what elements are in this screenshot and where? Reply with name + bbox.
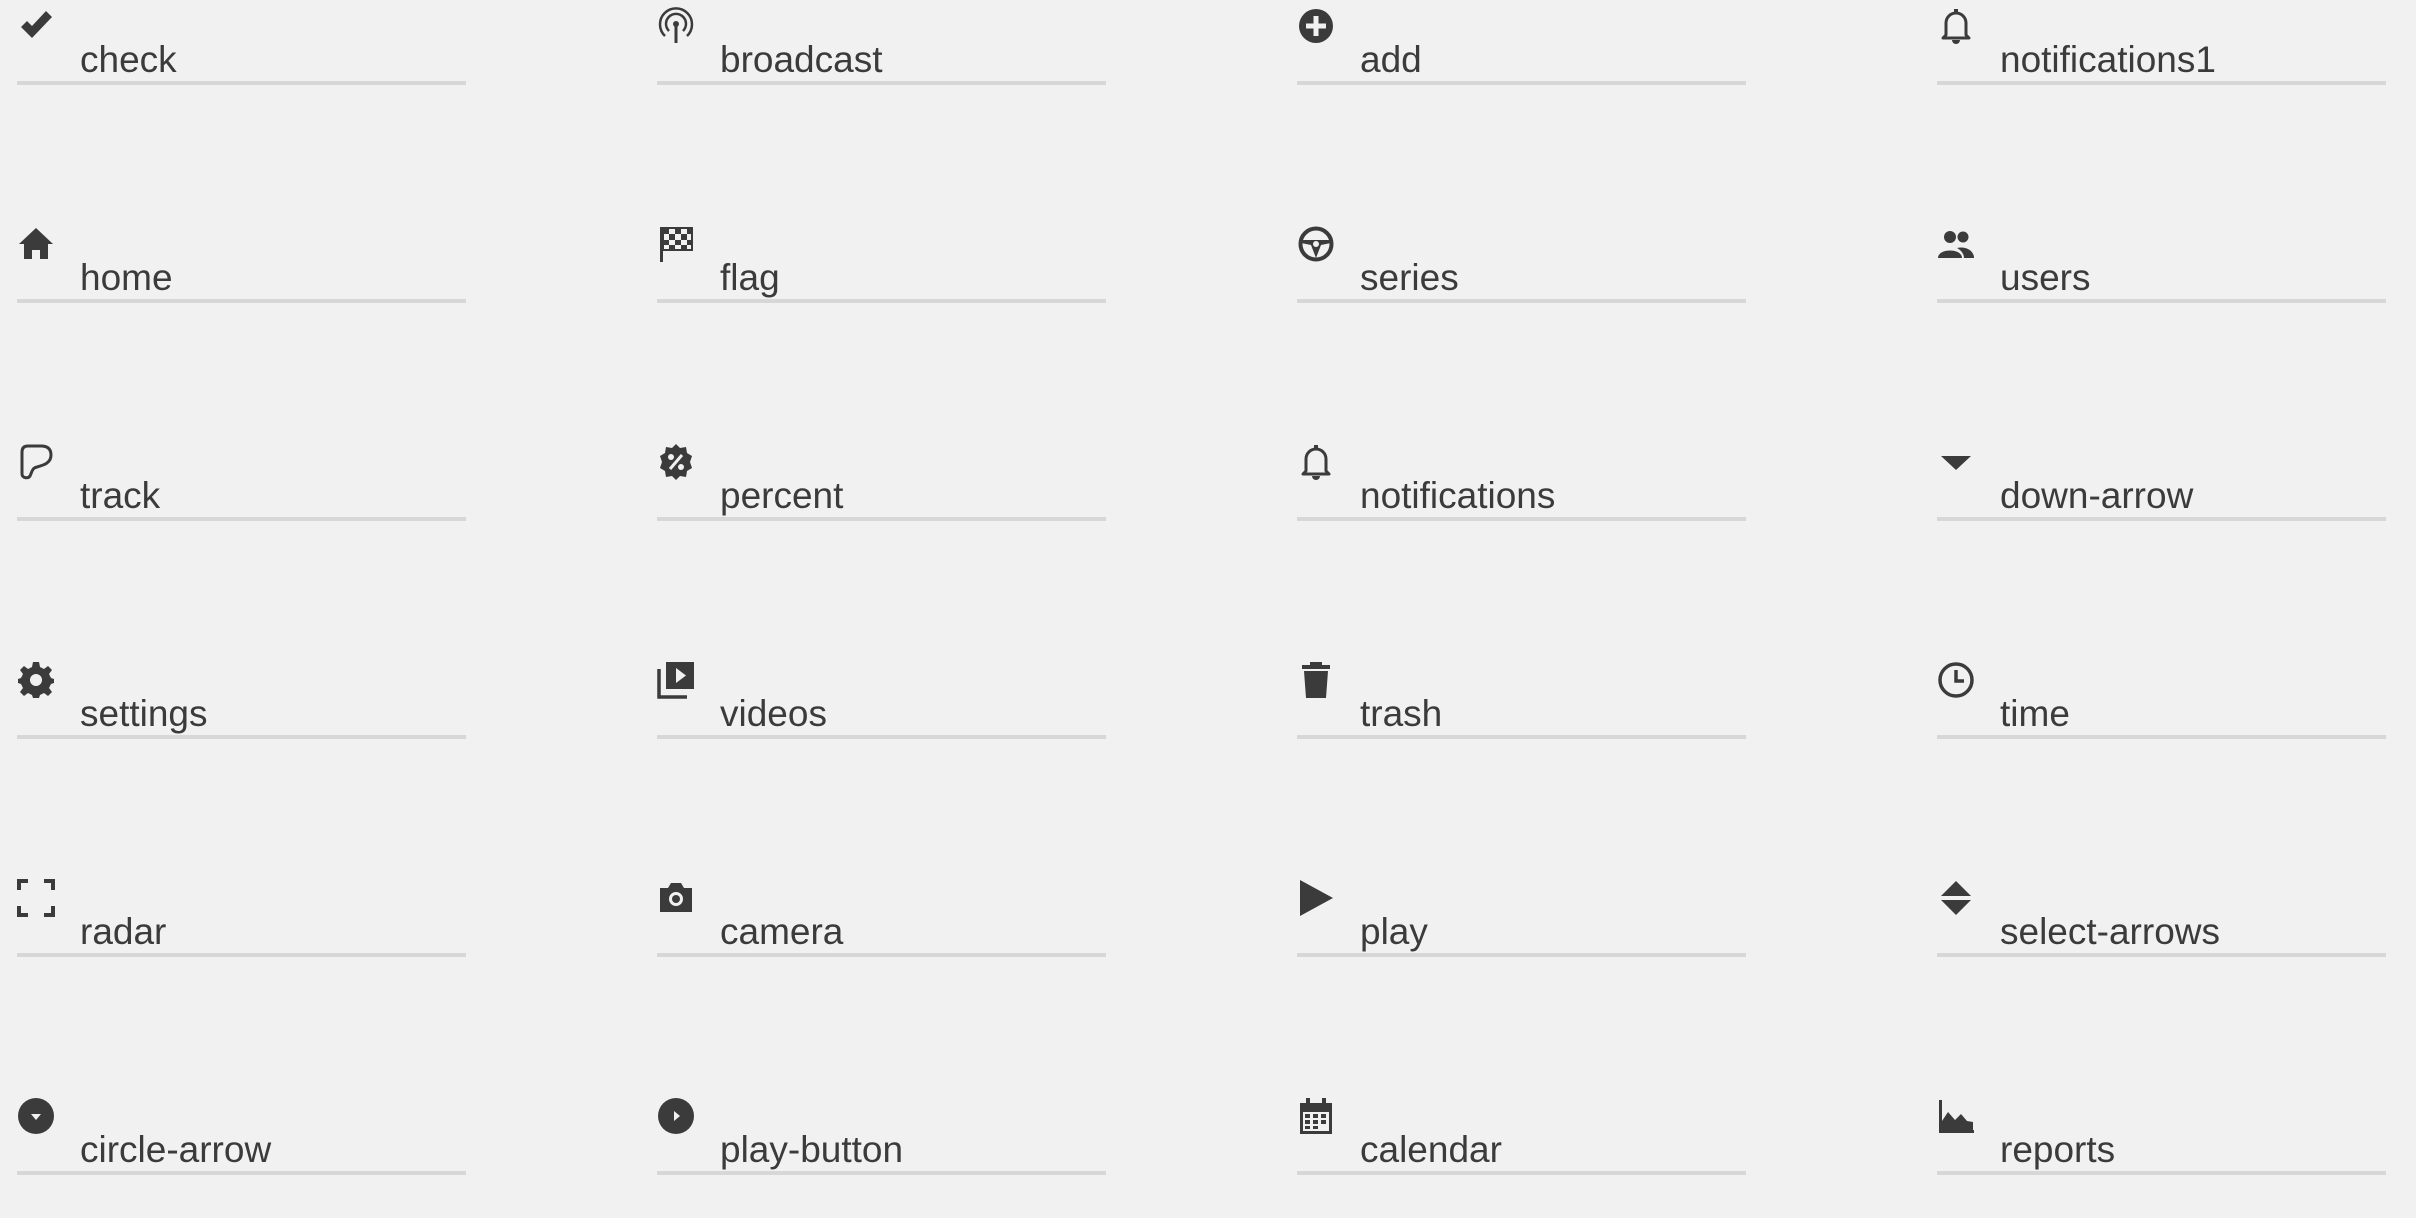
- icon-label: reports: [2000, 1129, 2116, 1170]
- icon-label: play: [1360, 911, 1428, 952]
- time-icon: [1937, 661, 1975, 699]
- icon-label: camera: [720, 911, 844, 952]
- series-icon: [1297, 225, 1335, 263]
- icon-label: notifications: [1360, 475, 1556, 516]
- check-icon: [17, 7, 55, 45]
- settings-icon: [17, 661, 55, 699]
- icon-item-camera: camera: [657, 883, 1106, 957]
- icon-label: check: [80, 39, 177, 80]
- icon-item-reports: reports: [1937, 1100, 2386, 1175]
- play-button-icon: [657, 1097, 695, 1135]
- icon-item-broadcast: broadcast: [657, 7, 1106, 85]
- icon-item-play-button: play-button: [657, 1098, 1106, 1175]
- icon-item-users: users: [1937, 231, 2386, 303]
- icon-label: time: [2000, 693, 2070, 734]
- icon-label: flag: [720, 257, 780, 298]
- icon-label: broadcast: [720, 39, 883, 80]
- icon-item-percent: percent: [657, 444, 1106, 521]
- play-icon: [1297, 879, 1335, 917]
- broadcast-icon: [657, 7, 695, 45]
- icon-label: series: [1360, 257, 1459, 298]
- icon-label: radar: [80, 911, 167, 952]
- icon-item-trash: trash: [1297, 662, 1746, 739]
- flag-icon: [657, 225, 695, 263]
- icon-item-circle-arrow: circle-arrow: [17, 1098, 466, 1175]
- icon-item-check: check: [17, 11, 466, 85]
- icon-item-series: series: [1297, 226, 1746, 303]
- icon-item-settings: settings: [17, 662, 466, 739]
- icon-label: home: [80, 257, 173, 298]
- notifications1-icon: [1937, 7, 1975, 45]
- radar-icon: [17, 879, 55, 917]
- icon-item-flag: flag: [657, 227, 1106, 303]
- icon-label: down-arrow: [2000, 475, 2194, 516]
- icon-label: users: [2000, 257, 2091, 298]
- add-icon: [1297, 7, 1335, 45]
- percent-icon: [657, 443, 695, 481]
- trash-icon: [1297, 661, 1335, 699]
- circle-arrow-icon: [17, 1097, 55, 1135]
- icon-label: notifications1: [2000, 39, 2216, 80]
- icon-item-notifications: notifications: [1297, 445, 1746, 521]
- icon-label: circle-arrow: [80, 1129, 272, 1170]
- icon-item-calendar: calendar: [1297, 1098, 1746, 1175]
- icon-label: play-button: [720, 1129, 904, 1170]
- icon-item-play: play: [1297, 880, 1746, 957]
- icon-label: settings: [80, 693, 208, 734]
- icon-item-add: add: [1297, 9, 1746, 85]
- icon-label: select-arrows: [2000, 911, 2220, 952]
- icon-label: add: [1360, 39, 1422, 80]
- icon-grid: check broadcast add notifications1 home flag s…: [0, 0, 2416, 1218]
- icon-item-track: track: [17, 444, 466, 521]
- icon-item-home: home: [17, 228, 466, 303]
- icon-item-notifications1: notifications1: [1937, 9, 2386, 85]
- icon-item-select-arrows: select-arrows: [1937, 881, 2386, 957]
- select-arrows-icon: [1937, 879, 1975, 917]
- icon-item-videos: videos: [657, 662, 1106, 739]
- icon-label: percent: [720, 475, 844, 516]
- home-icon: [17, 225, 55, 263]
- icon-item-down-arrow: down-arrow: [1937, 451, 2386, 521]
- icon-label: trash: [1360, 693, 1443, 734]
- notifications-icon: [1297, 443, 1335, 481]
- icon-item-radar: radar: [17, 879, 466, 957]
- videos-icon: [657, 661, 695, 699]
- users-icon: [1937, 225, 1975, 263]
- icon-label: track: [80, 475, 161, 516]
- calendar-icon: [1297, 1097, 1335, 1135]
- icon-item-time: time: [1937, 662, 2386, 739]
- icon-label: calendar: [1360, 1129, 1502, 1170]
- icon-label: videos: [720, 693, 827, 734]
- down-arrow-icon: [1937, 443, 1975, 481]
- track-icon: [17, 443, 55, 481]
- camera-icon: [657, 879, 695, 917]
- reports-icon: [1937, 1097, 1975, 1135]
